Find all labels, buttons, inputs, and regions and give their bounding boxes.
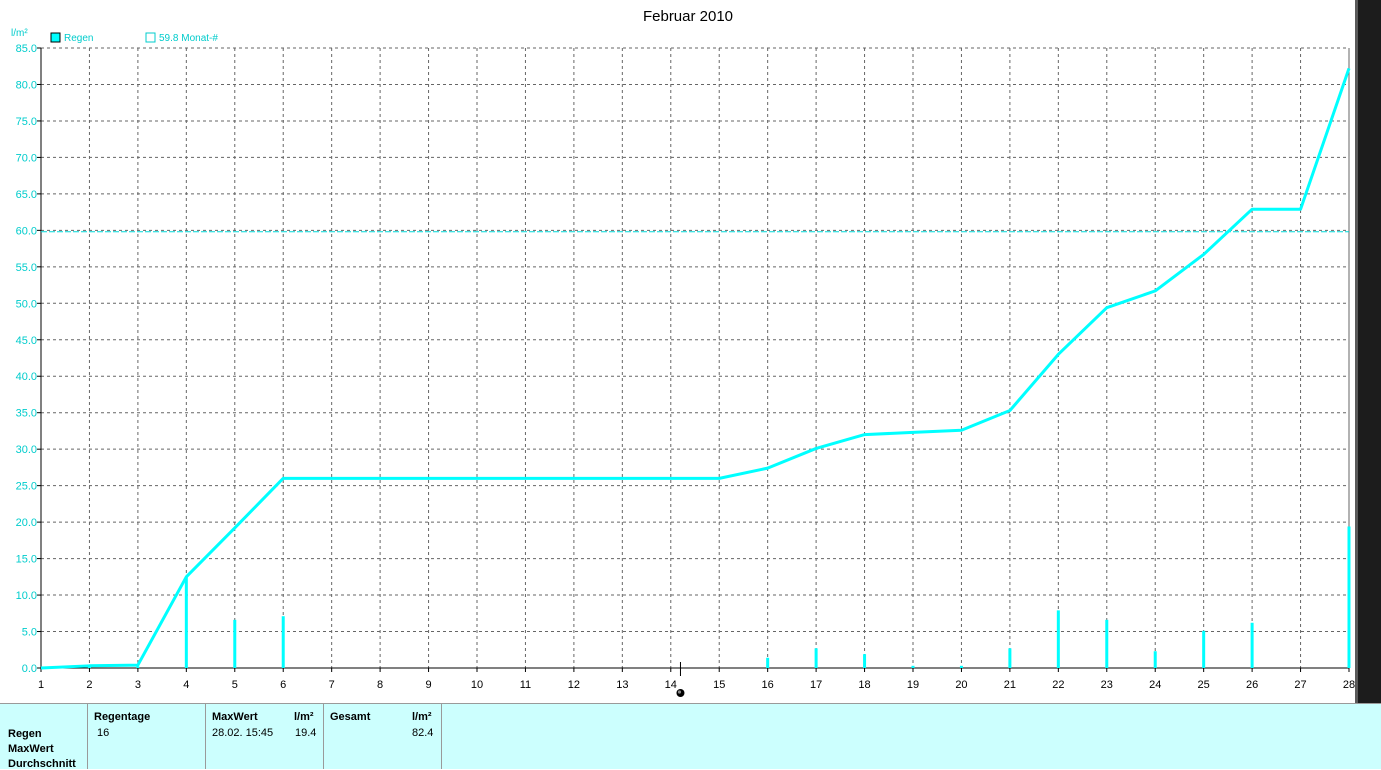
y-tick-label: 15.0 (16, 554, 37, 566)
rain-bar (814, 648, 818, 668)
rain-bar (1105, 619, 1109, 668)
x-tick-label: 4 (183, 679, 189, 691)
y-tick-label: 5.0 (22, 627, 37, 639)
x-tick-label: 24 (1149, 679, 1161, 691)
x-tick-label: 9 (425, 679, 431, 691)
x-tick-label: 28 (1343, 679, 1355, 691)
window-edge (1355, 0, 1381, 703)
x-tick-label: 1 (38, 679, 44, 691)
x-tick-label: 14 (665, 679, 677, 691)
x-tick-label: 11 (520, 679, 531, 691)
y-tick-label: 35.0 (16, 408, 37, 420)
y-tick-label: 45.0 (16, 335, 37, 347)
chart-title: Februar 2010 (643, 8, 733, 25)
rain-bar (1153, 651, 1157, 668)
rain-bar (184, 576, 188, 668)
grid (37, 47, 1350, 672)
legend-monat-label: 59.8 Monat-# (159, 33, 218, 44)
x-tick-label: 10 (471, 679, 483, 691)
y-tick-label: 70.0 (16, 152, 37, 164)
x-tick-label: 20 (955, 679, 967, 691)
y-tick-label: 55.0 (16, 262, 37, 274)
current-day-marker (676, 662, 685, 697)
x-tick-label: 21 (1004, 679, 1016, 691)
rain-bar (1056, 610, 1060, 668)
y-tick-label: 50.0 (16, 298, 37, 310)
x-tick-label: 12 (568, 679, 580, 691)
x-tick-label: 2 (86, 679, 92, 691)
x-tick-label: 17 (810, 679, 822, 691)
x-tick-label: 25 (1198, 679, 1210, 691)
marker-dot-highlight (677, 690, 682, 694)
row-label-regen: Regen (8, 728, 42, 740)
x-tick-label: 19 (907, 679, 919, 691)
legend-monat-swatch (145, 32, 156, 43)
rain-bar (959, 665, 963, 668)
rain-bar (1347, 526, 1351, 668)
y-tick-label: 75.0 (16, 116, 37, 128)
y-tick-label: 65.0 (16, 189, 37, 201)
rain-bar (281, 616, 285, 668)
x-tick-label: 13 (616, 679, 628, 691)
rain-bar (233, 619, 237, 668)
x-tick-label: 8 (377, 679, 383, 691)
rain-bar (911, 665, 915, 668)
rain-chart: Februar 2010 l/m² Regen 59.8 Monat-# 0.0… (11, 8, 1355, 697)
summary-panel: Regen MaxWert Durchschnitt Regentage 16 … (0, 703, 1381, 770)
rain-bar (1250, 622, 1254, 668)
x-tick-label: 22 (1052, 679, 1064, 691)
gesamt-unit: l/m² (412, 711, 432, 723)
x-tick-label: 3 (135, 679, 141, 691)
y-tick-label: 0.0 (22, 663, 37, 675)
y-tick-label: 30.0 (16, 444, 37, 456)
x-tick-labels: 1 2 3 4 5 6 7 8 9 10 11 12 13 14 15 16 17 18 19 20 21 22 23 24 2… (38, 679, 1355, 691)
rain-bar (1202, 630, 1206, 668)
x-tick-label: 6 (280, 679, 286, 691)
rain-bar (1008, 648, 1012, 668)
x-tick-label: 18 (858, 679, 870, 691)
cumulative-polyline (40, 67, 1351, 670)
summary-col-gesamt: Gesamt l/m² 82.4 (324, 704, 442, 769)
y-tick-label: 40.0 (16, 371, 37, 383)
cumulative-line (40, 67, 1351, 670)
maxwert-value: 19.4 (295, 727, 317, 739)
x-tick-label: 16 (762, 679, 774, 691)
maxwert-date: 28.02. 15:45 (212, 727, 274, 739)
x-tick-label: 5 (232, 679, 238, 691)
x-tick-label: 26 (1246, 679, 1258, 691)
y-tick-label: 25.0 (16, 481, 37, 493)
gesamt-value: 82.4 (412, 727, 434, 739)
y-tick-labels: 0.0 5.0 10.0 15.0 20.0 25.0 30.0 35.0 40.0 45.0 50… (16, 43, 37, 675)
y-tick-label: 10.0 (16, 590, 37, 602)
x-tick-label: 7 (329, 679, 335, 691)
x-tick-label: 15 (713, 679, 725, 691)
row-label-maxwert: MaxWert (8, 743, 54, 755)
rain-bar (766, 657, 770, 668)
window-edge-border (1355, 0, 1358, 703)
summary-col-regentage: Regentage 16 (88, 704, 206, 769)
legend-regen-label: Regen (64, 33, 93, 44)
y-tick-label: 85.0 (16, 43, 37, 55)
y-tick-label: 80.0 (16, 79, 37, 91)
maxwert-unit: l/m² (294, 711, 314, 723)
x-tick-label: 27 (1294, 679, 1306, 691)
legend-regen-swatch (50, 32, 61, 43)
y-tick-label: 20.0 (16, 517, 37, 529)
summary-col-maxwert: MaxWert l/m² 28.02. 15:45 19.4 (206, 704, 324, 769)
maxwert-header: MaxWert (212, 711, 258, 723)
row-label-durchschnitt: Durchschnitt (8, 758, 76, 770)
y-axis-unit-label: l/m² (11, 28, 28, 39)
summary-row-labels: Regen MaxWert Durchschnitt (0, 704, 88, 770)
gesamt-header: Gesamt (330, 711, 371, 723)
rain-bar (136, 666, 140, 668)
regentage-header: Regentage (94, 711, 151, 723)
y-tick-label: 60.0 (16, 225, 37, 237)
regentage-value: 16 (97, 727, 110, 739)
rain-bar (863, 654, 867, 668)
x-tick-label: 23 (1101, 679, 1113, 691)
